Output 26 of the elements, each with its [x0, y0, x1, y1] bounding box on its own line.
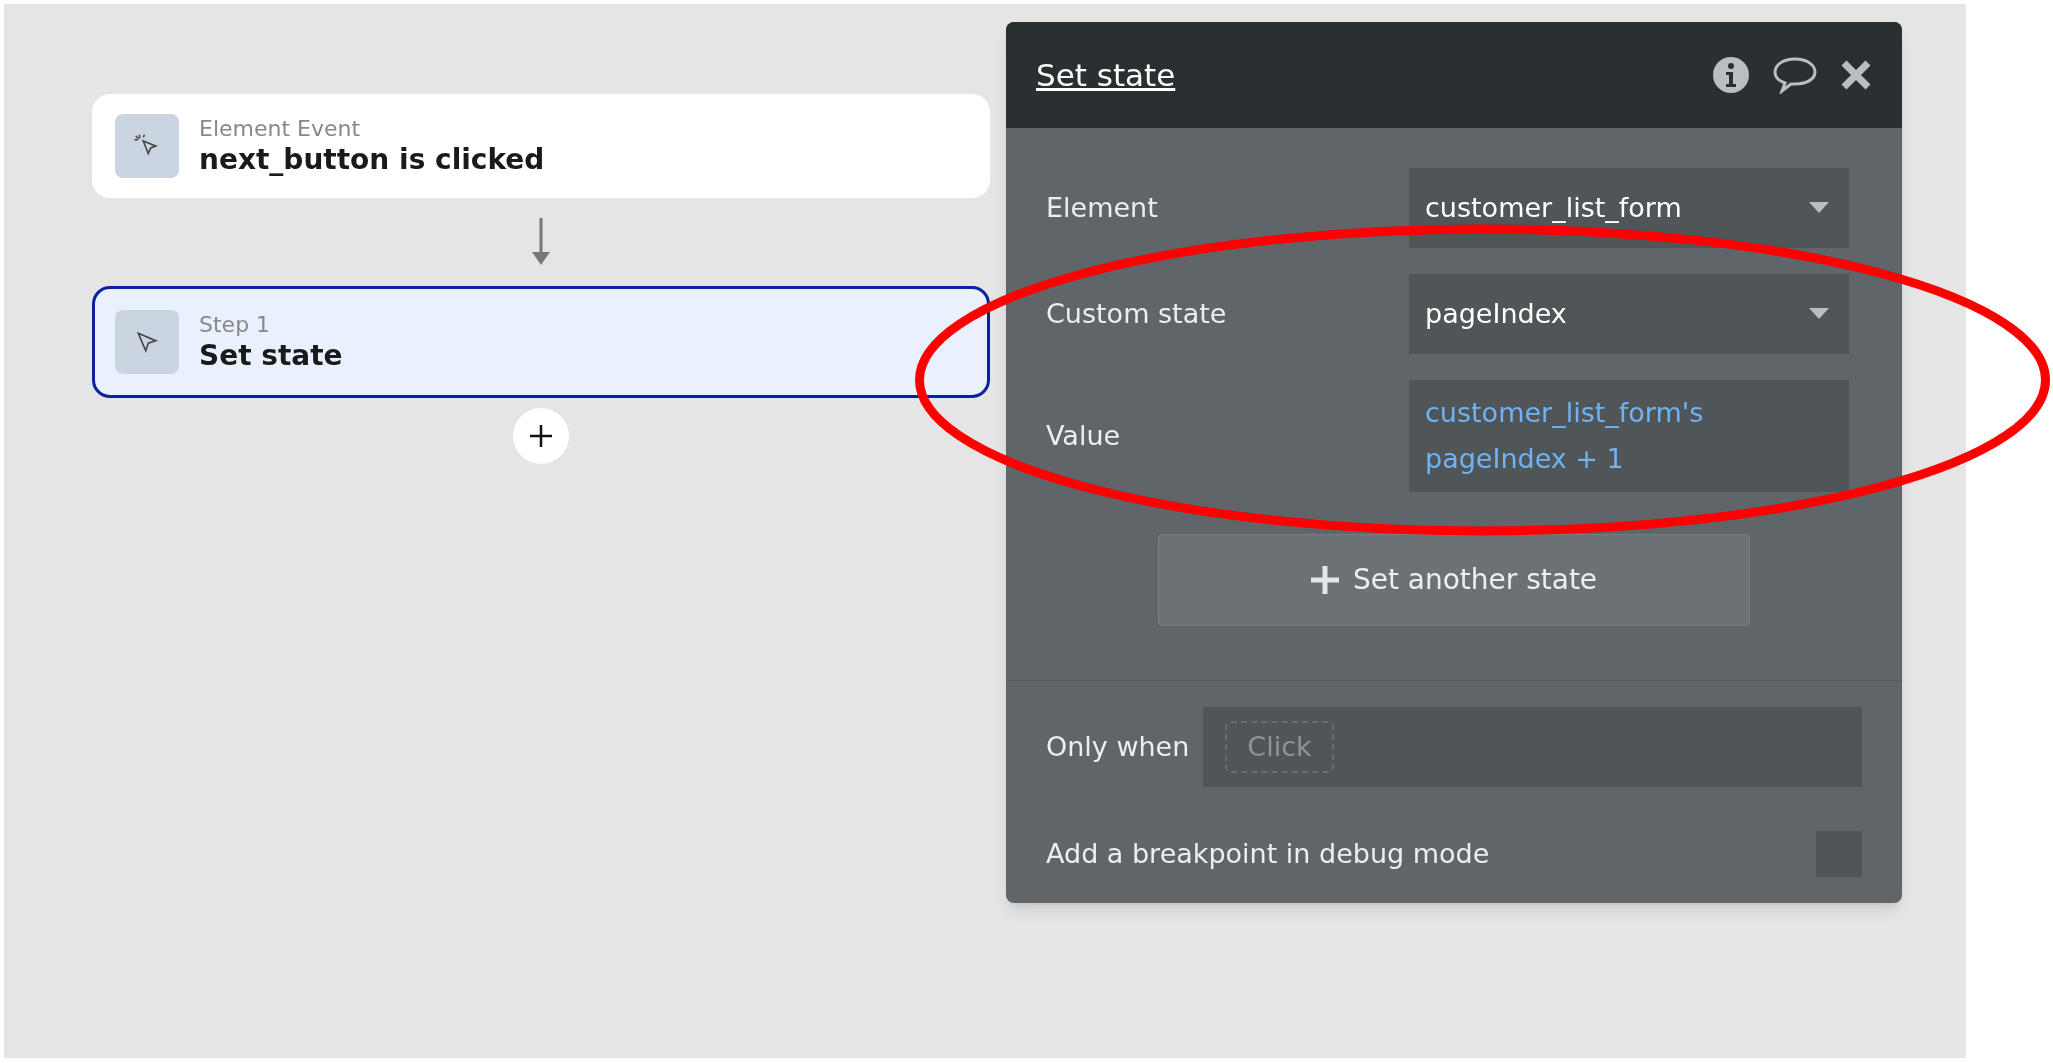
set-another-state-button[interactable]: Set another state: [1158, 534, 1750, 626]
field-label: Custom state: [1046, 296, 1228, 331]
field-label: Element: [1046, 190, 1159, 225]
add-step-button[interactable]: [513, 408, 569, 464]
field-label: Value: [1046, 418, 1122, 453]
dropdown[interactable]: customer_list_form: [1409, 168, 1849, 248]
plus-icon: [528, 423, 554, 449]
comment-icon[interactable]: [1772, 56, 1818, 94]
field-label: Only when: [1046, 729, 1190, 764]
cursor-click-icon: [115, 114, 179, 178]
panel-title: Set state: [1036, 55, 1176, 95]
event-card[interactable]: Element Event next_button is clicked: [92, 94, 990, 198]
close-icon[interactable]: [1840, 59, 1872, 91]
pointer-icon: [115, 310, 179, 374]
down-arrow-icon: [529, 218, 553, 266]
card-label: Element Event: [199, 114, 362, 143]
dropdown[interactable]: pageIndex: [1409, 274, 1849, 354]
card-title: Set state: [199, 338, 343, 374]
checkbox-label: Add a breakpoint in debug mode: [1046, 836, 1490, 871]
plus-icon: [1310, 566, 1339, 594]
card-title: next_button is clicked: [199, 142, 545, 178]
card-label: Step 1: [199, 310, 272, 339]
info-icon[interactable]: [1712, 56, 1750, 94]
step-card[interactable]: Step 1 Set state: [92, 286, 990, 398]
caret-icon: [1809, 308, 1829, 320]
caret-icon: [1809, 202, 1829, 214]
